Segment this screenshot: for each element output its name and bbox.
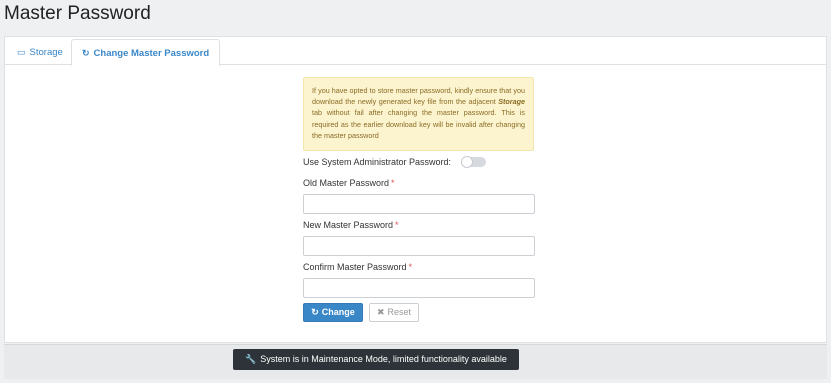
page-title: Master Password — [4, 3, 151, 24]
footer: 🔧 System is in Maintenance Mode, limited … — [4, 344, 827, 379]
maintenance-text: System is in Maintenance Mode, limited f… — [260, 354, 507, 364]
required-marker: * — [391, 178, 395, 188]
reset-button-label: Reset — [387, 307, 412, 317]
toggle-knob — [461, 156, 473, 168]
tab-bar: ▭ Storage ↻ Change Master Password — [5, 39, 826, 66]
refresh-icon: ↻ — [82, 48, 90, 58]
close-icon: ✖ — [376, 307, 385, 317]
alert-emphasis: Storage — [498, 97, 525, 107]
alert-text-before: If you have opted to store master passwo… — [312, 86, 525, 107]
page-header: Master Password — [0, 0, 831, 32]
wrench-icon: 🔧 — [245, 354, 257, 364]
sys-admin-password-toggle[interactable] — [461, 156, 486, 168]
new-master-password-label: New Master Password * — [303, 220, 399, 230]
warning-alert: If you have opted to store master passwo… — [303, 77, 534, 151]
master-password-panel: ▭ Storage ↻ Change Master Password If you … — [4, 36, 827, 343]
required-marker: * — [408, 262, 413, 272]
sys-admin-label: Use System Administrator Password: — [303, 157, 452, 167]
confirm-label-text: Confirm Master Password — [303, 262, 407, 272]
change-button[interactable]: ↻ Change — [303, 303, 363, 322]
old-label-text: Old Master Password — [303, 178, 390, 188]
old-master-password-input[interactable] — [303, 194, 535, 214]
alert-text-after: tab without fail after changing the mast… — [312, 108, 525, 140]
maintenance-mode-banner: 🔧 System is in Maintenance Mode, limited … — [233, 349, 519, 370]
new-label-text: New Master Password — [303, 220, 394, 230]
storage-icon: ▭ — [17, 47, 26, 57]
tab-change-master-password-label: Change Master Password — [93, 48, 210, 59]
reset-button[interactable]: ✖ Reset — [369, 303, 419, 322]
confirm-master-password-input[interactable] — [303, 278, 535, 298]
required-marker: * — [395, 220, 399, 230]
refresh-icon: ↻ — [311, 307, 319, 317]
tab-storage-label: Storage — [29, 47, 63, 58]
change-button-label: Change — [321, 307, 355, 317]
new-master-password-input[interactable] — [303, 236, 535, 256]
old-master-password-label: Old Master Password * — [303, 178, 395, 188]
tab-change-master-password[interactable]: ↻ Change Master Password — [71, 39, 221, 66]
tab-storage[interactable]: ▭ Storage — [7, 39, 73, 66]
confirm-master-password-label: Confirm Master Password * — [303, 262, 412, 272]
